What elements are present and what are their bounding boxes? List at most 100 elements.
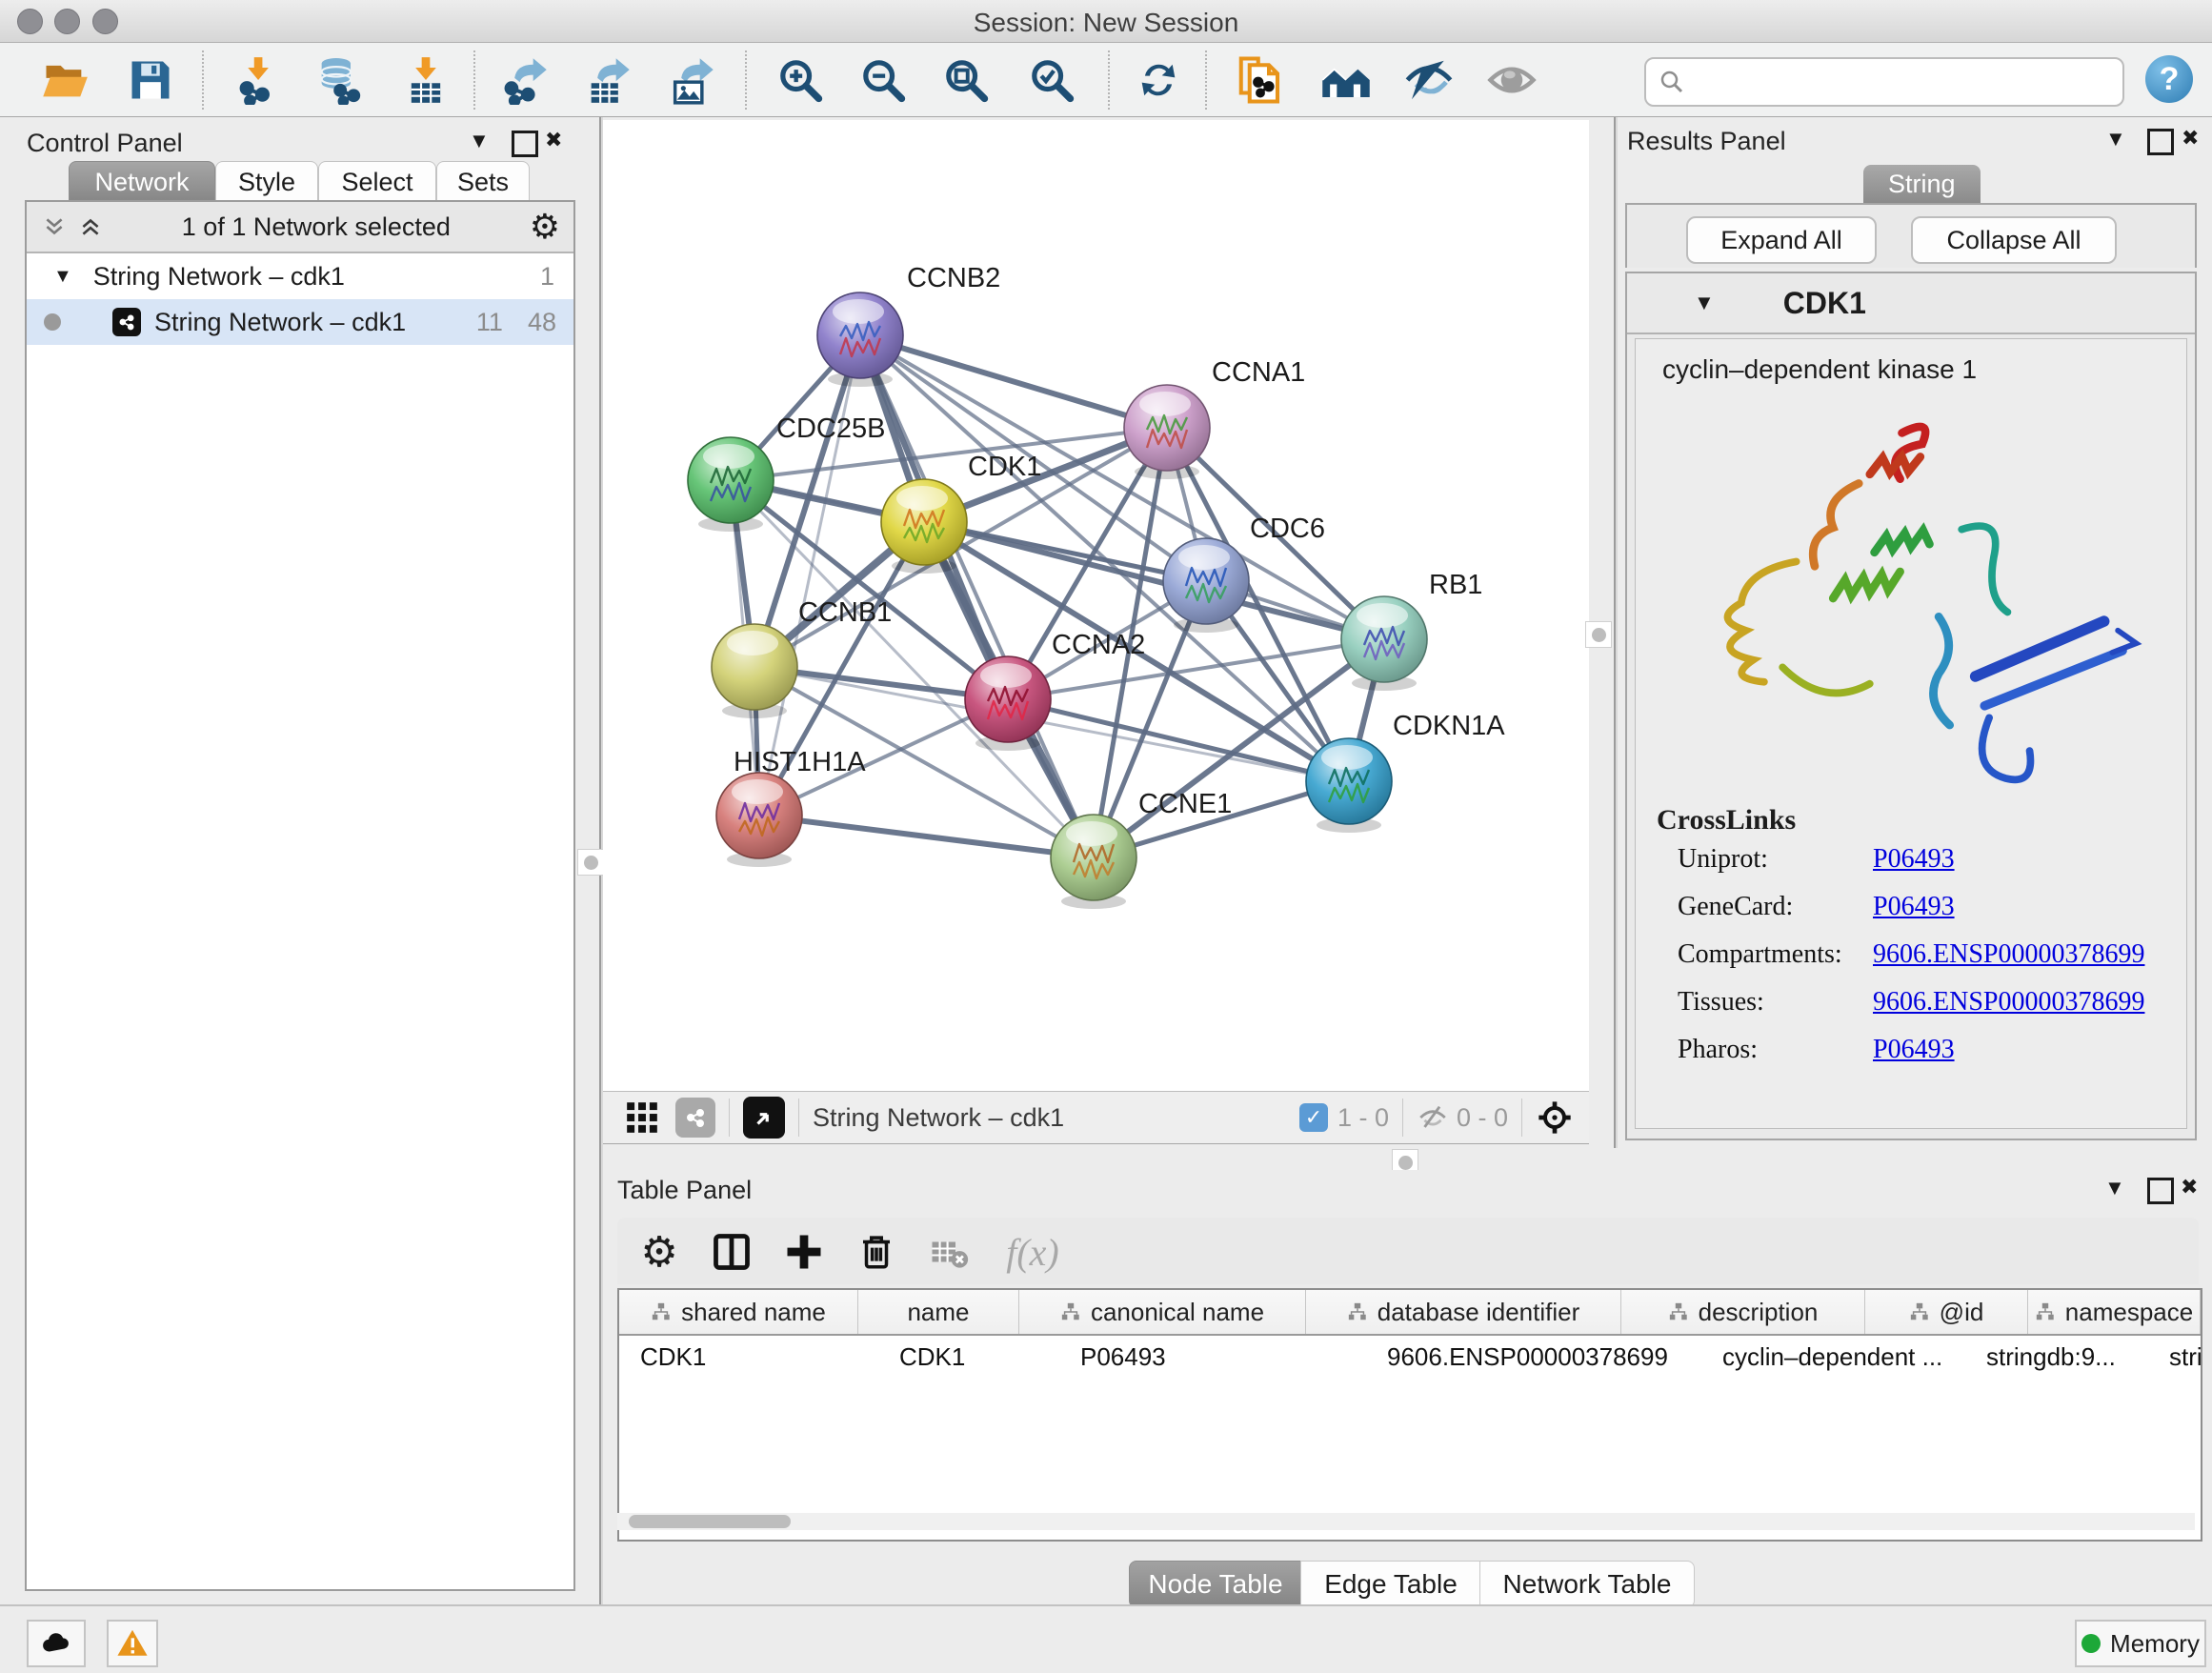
global-search-field[interactable] [1644, 57, 2124, 107]
string-document-icon[interactable] [1235, 54, 1286, 106]
crosslink-link[interactable]: P06493 [1873, 844, 1955, 875]
tab-network-table[interactable]: Network Table [1479, 1561, 1695, 1608]
tab-network[interactable]: Network [69, 161, 215, 202]
open-session-icon[interactable] [39, 54, 90, 106]
tab-select[interactable]: Select [318, 161, 436, 202]
table-row[interactable]: CDK1CDK1P064939606.ENSP00000378699cyclin… [619, 1336, 2201, 1378]
results-panel-menu-icon[interactable]: ▼ [2105, 127, 2126, 151]
tab-style[interactable]: Style [215, 161, 318, 202]
tab-string[interactable]: String [1863, 165, 1981, 203]
selected-count: 1 - 0 [1337, 1103, 1389, 1133]
import-table-icon[interactable] [400, 54, 452, 106]
crosslink-link[interactable]: P06493 [1873, 892, 1955, 922]
gene-expander-icon[interactable]: ▼ [1694, 291, 1715, 315]
network-collection-row[interactable]: ▼ String Network – cdk1 1 [27, 253, 573, 299]
title-bar: Session: New Session [0, 0, 2212, 43]
node-table[interactable]: shared namenamecanonical namedatabase id… [617, 1288, 2202, 1542]
tab-edge-table[interactable]: Edge Table [1300, 1561, 1481, 1608]
network-node-CDKN1A[interactable] [1306, 738, 1392, 833]
column-header-name[interactable]: name [858, 1290, 1019, 1334]
node-label-CCNB2: CCNB2 [907, 263, 1000, 293]
network-node-CCNA1[interactable] [1124, 385, 1210, 479]
zoom-selected-icon[interactable] [1026, 54, 1077, 106]
network-options-gear-icon[interactable]: ⚙ [530, 207, 560, 247]
table-hscrollbar-thumb[interactable] [629, 1515, 791, 1528]
column-header-shared-name[interactable]: shared name [619, 1290, 858, 1334]
homes-icon[interactable] [1320, 54, 1372, 106]
table-hscrollbar[interactable] [617, 1513, 2195, 1530]
expand-all-button[interactable]: Expand All [1686, 216, 1877, 264]
tree-expander-icon[interactable]: ▼ [53, 266, 72, 288]
gene-section-header[interactable]: ▼ CDK1 [1627, 273, 2195, 334]
warning-button[interactable] [107, 1620, 158, 1667]
tab-node-table[interactable]: Node Table [1129, 1561, 1302, 1608]
cloud-status-button[interactable] [27, 1620, 86, 1667]
column-header--id[interactable]: @id [1865, 1290, 2028, 1334]
crosslink-link[interactable]: P06493 [1873, 1035, 1955, 1065]
network-node-RB1[interactable] [1341, 596, 1427, 691]
network-node-CDC6[interactable] [1163, 538, 1249, 633]
collapse-all-icon[interactable] [42, 214, 67, 239]
hide-icon[interactable] [1403, 54, 1455, 106]
zoom-in-icon[interactable] [774, 54, 826, 106]
memory-button[interactable]: Memory [2075, 1620, 2206, 1667]
control-panel-float-icon[interactable] [512, 131, 538, 157]
selected-checkbox-icon[interactable]: ✓ [1299, 1103, 1328, 1132]
import-network-database-icon[interactable] [312, 54, 364, 106]
column-header-database-identifier[interactable]: database identifier [1306, 1290, 1621, 1334]
fit-crosshair-icon[interactable] [1536, 1099, 1574, 1137]
table-panel-close-icon[interactable]: ✖ [2181, 1175, 2198, 1199]
control-panel-title: Control Panel [27, 129, 183, 158]
node-label-CDC25B: CDC25B [776, 413, 885, 444]
birdseye-view-icon[interactable] [743, 1097, 785, 1139]
column-header-canonical-name[interactable]: canonical name [1019, 1290, 1306, 1334]
table-add-column-icon[interactable] [779, 1227, 829, 1277]
network-node-CCNB1[interactable] [712, 624, 797, 718]
control-panel-menu-icon[interactable]: ▼ [469, 129, 490, 153]
table-panel-float-icon[interactable] [2147, 1178, 2174, 1204]
hidden-count: 0 - 0 [1457, 1103, 1508, 1133]
results-panel-close-icon[interactable]: ✖ [2182, 126, 2199, 151]
left-splitter-handle[interactable] [577, 849, 604, 876]
zoom-fit-icon[interactable] [940, 54, 992, 106]
network-label: String Network – cdk1 [154, 308, 406, 337]
table-settings-gear-icon[interactable]: ⚙ [634, 1227, 684, 1277]
table-header-row[interactable]: shared namenamecanonical namedatabase id… [619, 1290, 2201, 1336]
search-input[interactable] [1694, 67, 2122, 98]
column-header-description[interactable]: description [1621, 1290, 1865, 1334]
export-table-icon[interactable] [582, 54, 633, 106]
network-node-CCNE1[interactable] [1051, 815, 1136, 909]
expand-all-icon[interactable] [78, 214, 103, 239]
table-delete-column-trash-icon[interactable] [852, 1227, 901, 1277]
network-node-count: 11 [476, 308, 503, 337]
table-columns-icon[interactable] [707, 1227, 756, 1277]
save-session-icon[interactable] [125, 54, 176, 106]
collapse-all-button[interactable]: Collapse All [1911, 216, 2117, 264]
show-icon[interactable] [1486, 54, 1538, 106]
control-panel-close-icon[interactable]: ✖ [545, 128, 562, 152]
import-network-file-icon[interactable] [231, 54, 283, 106]
network-canvas[interactable]: CCNB2CCNA1CDC25BCDK1CDC6RB1CCNB1CCNA2CDK… [603, 120, 1589, 1091]
table-panel-menu-icon[interactable]: ▼ [2104, 1176, 2125, 1200]
network-node-CCNB2[interactable] [817, 292, 903, 387]
help-icon[interactable]: ? [2145, 55, 2193, 103]
network-row-selected[interactable]: String Network – cdk1 11 48 [27, 299, 573, 345]
table-body[interactable]: CDK1CDK1P064939606.ENSP00000378699cyclin… [619, 1336, 2201, 1378]
network-svg[interactable]: CCNB2CCNA1CDC25BCDK1CDC6RB1CCNB1CCNA2CDK… [603, 120, 1589, 1091]
right-splitter-handle[interactable] [1585, 621, 1612, 648]
zoom-out-icon[interactable] [857, 54, 909, 106]
crosslink-link[interactable]: 9606.ENSP00000378699 [1873, 939, 2144, 970]
tab-sets[interactable]: Sets [436, 161, 530, 202]
network-node-HIST1H1A[interactable] [716, 773, 802, 867]
crosslink-link[interactable]: 9606.ENSP00000378699 [1873, 987, 2144, 1018]
column-header-namespace[interactable]: namespace [2028, 1290, 2201, 1334]
table-cell: CDK1 [878, 1336, 1059, 1378]
export-image-icon[interactable] [666, 54, 717, 106]
grid-view-icon[interactable] [624, 1099, 660, 1136]
table-panel-title: Table Panel [617, 1176, 752, 1205]
network-share-toggle-icon[interactable] [675, 1098, 715, 1138]
refresh-icon[interactable] [1133, 54, 1184, 106]
network-node-CDC25B[interactable] [688, 437, 774, 532]
export-network-icon[interactable] [499, 54, 551, 106]
results-panel-float-icon[interactable] [2147, 129, 2174, 155]
